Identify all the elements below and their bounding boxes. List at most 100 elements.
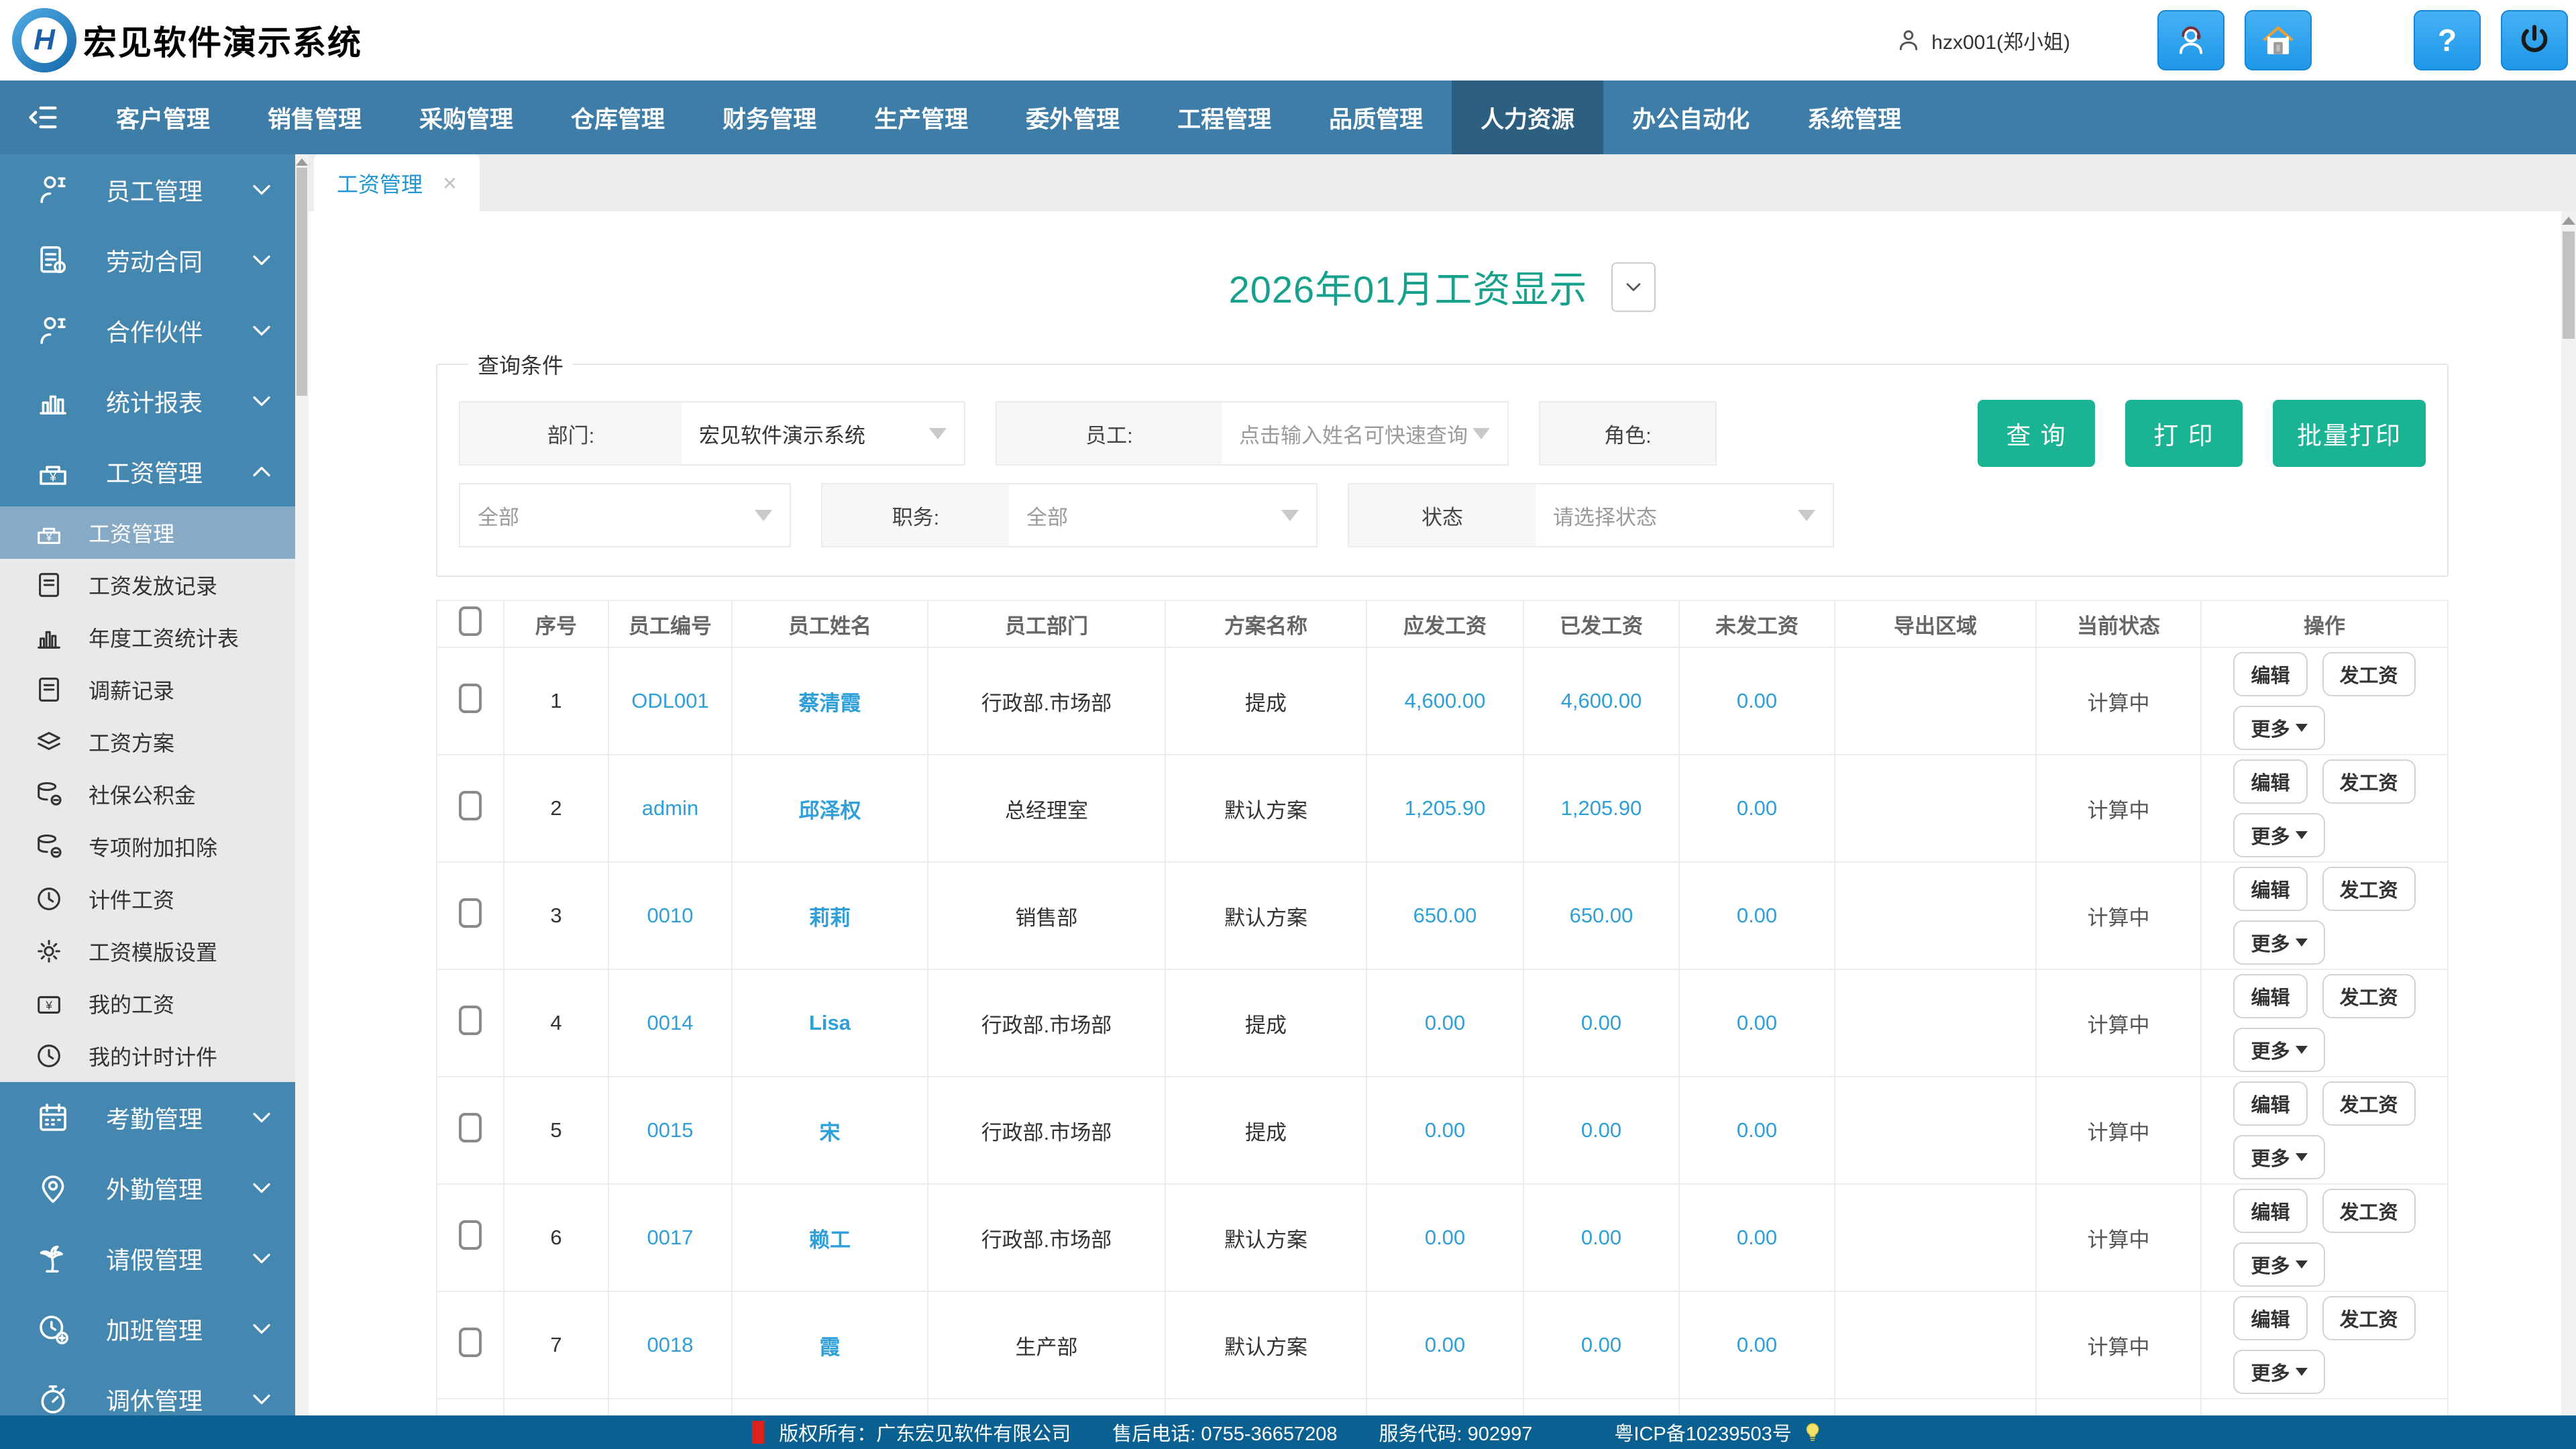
- row-checkbox[interactable]: [459, 1113, 482, 1142]
- content-scrollbar-thumb[interactable]: [2563, 231, 2575, 339]
- sidebar-item-field-work-mgmt[interactable]: 外勤管理: [0, 1152, 295, 1223]
- gross-link[interactable]: 0.00: [1425, 1226, 1465, 1249]
- logout-button[interactable]: [2501, 10, 2568, 70]
- content-scrollbar[interactable]: [2561, 211, 2576, 1415]
- paid-link[interactable]: 0.00: [1581, 1333, 1621, 1356]
- paid-link[interactable]: 0.00: [1581, 1226, 1621, 1249]
- unpaid-link[interactable]: 0.00: [1737, 1226, 1777, 1249]
- sidebar-item-statistics-reports[interactable]: 统计报表: [0, 366, 295, 436]
- unpaid-link[interactable]: 0.00: [1737, 904, 1777, 927]
- sidebar-item-leave-mgmt[interactable]: 请假管理: [0, 1223, 295, 1293]
- sidebar-item-attendance-mgmt[interactable]: 考勤管理: [0, 1082, 295, 1152]
- nav-item-engineering[interactable]: 工程管理: [1148, 80, 1300, 154]
- row-checkbox[interactable]: [459, 1328, 482, 1357]
- role-select[interactable]: 角色:: [1539, 401, 1717, 466]
- submenu-item-payment-records[interactable]: 工资发放记录: [0, 559, 295, 611]
- emp-id-link[interactable]: 0018: [647, 1333, 694, 1356]
- row-checkbox[interactable]: [459, 1006, 482, 1035]
- emp-id-link[interactable]: 0017: [647, 1226, 694, 1249]
- emp-id-link[interactable]: admin: [642, 796, 698, 820]
- sidebar-item-partners[interactable]: 合作伙伴: [0, 295, 295, 366]
- gross-link[interactable]: 0.00: [1425, 1011, 1465, 1034]
- gross-link[interactable]: 0.00: [1425, 1118, 1465, 1142]
- more-button[interactable]: 更多: [2233, 1135, 2324, 1179]
- edit-button[interactable]: 编辑: [2233, 652, 2307, 696]
- service-agent-button[interactable]: [2157, 10, 2224, 70]
- tab-close-icon[interactable]: ×: [443, 169, 457, 197]
- more-button[interactable]: 更多: [2233, 1242, 2324, 1287]
- pay-salary-button[interactable]: 发工资: [2322, 974, 2416, 1018]
- emp-id-link[interactable]: ODL001: [631, 689, 708, 712]
- pay-salary-button[interactable]: 发工资: [2322, 1081, 2416, 1126]
- emp-id-link[interactable]: 0010: [647, 904, 694, 927]
- unpaid-link[interactable]: 0.00: [1737, 1011, 1777, 1034]
- unpaid-link[interactable]: 0.00: [1737, 689, 1777, 712]
- sidebar-item-labor-contract[interactable]: 劳动合同: [0, 225, 295, 295]
- nav-item-purchasing[interactable]: 采购管理: [390, 80, 542, 154]
- sidebar-item-employee-mgmt[interactable]: 员工管理: [0, 154, 295, 225]
- paid-link[interactable]: 4,600.00: [1561, 689, 1642, 712]
- status-select[interactable]: 状态 请选择状态: [1348, 483, 1834, 547]
- sub-department-select[interactable]: 全部: [459, 483, 791, 547]
- sidebar-collapse-button[interactable]: [0, 80, 87, 154]
- emp-name-link[interactable]: 蔡清霞: [799, 692, 861, 715]
- month-select-button[interactable]: [1611, 262, 1656, 312]
- scrollbar-up-arrow-icon[interactable]: [296, 158, 308, 166]
- submenu-item-annual-salary-stats[interactable]: 年度工资统计表: [0, 611, 295, 663]
- emp-name-link[interactable]: 霞: [820, 1336, 841, 1359]
- paid-link[interactable]: 0.00: [1581, 1011, 1621, 1034]
- edit-button[interactable]: 编辑: [2233, 974, 2307, 1018]
- help-button[interactable]: ?: [2414, 10, 2481, 70]
- nav-item-finance[interactable]: 财务管理: [694, 80, 845, 154]
- more-button[interactable]: 更多: [2233, 920, 2324, 965]
- submenu-item-special-deductions[interactable]: 专项附加扣除: [0, 820, 295, 873]
- print-button[interactable]: 打 印: [2125, 400, 2243, 467]
- paid-link[interactable]: 1,205.90: [1561, 796, 1642, 820]
- batch-print-button[interactable]: 批量打印: [2273, 400, 2426, 467]
- emp-name-link[interactable]: 赖工: [809, 1228, 851, 1252]
- search-button[interactable]: 查 询: [1978, 400, 2095, 467]
- more-button[interactable]: 更多: [2233, 706, 2324, 750]
- nav-item-production[interactable]: 生产管理: [845, 80, 997, 154]
- more-button[interactable]: 更多: [2233, 1028, 2324, 1072]
- footer-icp[interactable]: 粤ICP备10239503号: [1614, 1418, 1791, 1446]
- select-all-checkbox[interactable]: [459, 606, 482, 636]
- unpaid-link[interactable]: 0.00: [1737, 1118, 1777, 1142]
- emp-name-link[interactable]: 邱泽权: [799, 799, 861, 822]
- edit-button[interactable]: 编辑: [2233, 867, 2307, 911]
- nav-item-quality[interactable]: 品质管理: [1300, 80, 1452, 154]
- tab-salary-mgmt[interactable]: 工资管理 ×: [314, 154, 480, 211]
- pay-salary-button[interactable]: 发工资: [2322, 652, 2416, 696]
- row-checkbox[interactable]: [459, 898, 482, 928]
- submenu-item-salary-template-settings[interactable]: 工资模版设置: [0, 925, 295, 977]
- paid-link[interactable]: 0.00: [1581, 1118, 1621, 1142]
- pay-salary-button[interactable]: 发工资: [2322, 867, 2416, 911]
- sidebar-scrollbar-thumb[interactable]: [297, 168, 307, 396]
- pay-salary-button[interactable]: 发工资: [2322, 759, 2416, 804]
- employee-select[interactable]: 员工: 点击输入姓名可快速查询: [996, 401, 1509, 466]
- submenu-item-salary-plans[interactable]: 工资方案: [0, 716, 295, 768]
- department-select[interactable]: 部门: 宏见软件演示系统: [459, 401, 965, 466]
- row-checkbox[interactable]: [459, 1220, 482, 1250]
- submenu-item-salary-adjustment-records[interactable]: 调薪记录: [0, 663, 295, 716]
- sidebar-item-salary-mgmt[interactable]: ¥ 工资管理: [0, 436, 295, 506]
- submenu-item-my-salary[interactable]: ¥ 我的工资: [0, 977, 295, 1030]
- emp-id-link[interactable]: 0014: [647, 1011, 694, 1034]
- nav-item-hr[interactable]: 人力资源: [1452, 80, 1603, 154]
- more-button[interactable]: 更多: [2233, 1350, 2324, 1394]
- nav-item-customer[interactable]: 客户管理: [87, 80, 239, 154]
- edit-button[interactable]: 编辑: [2233, 1189, 2307, 1233]
- scrollbar-up-arrow-icon[interactable]: [2562, 217, 2575, 225]
- edit-button[interactable]: 编辑: [2233, 759, 2307, 804]
- paid-link[interactable]: 650.00: [1570, 904, 1633, 927]
- sidebar-item-comp-leave-mgmt[interactable]: 调休管理: [0, 1364, 295, 1415]
- more-button[interactable]: 更多: [2233, 813, 2324, 857]
- duty-select[interactable]: 职务: 全部: [821, 483, 1318, 547]
- gross-link[interactable]: 650.00: [1413, 904, 1477, 927]
- submenu-item-salary-mgmt[interactable]: ¥ 工资管理: [0, 506, 295, 559]
- unpaid-link[interactable]: 0.00: [1737, 1333, 1777, 1356]
- gross-link[interactable]: 0.00: [1425, 1333, 1465, 1356]
- row-checkbox[interactable]: [459, 684, 482, 713]
- emp-name-link[interactable]: 宋: [820, 1121, 841, 1144]
- nav-item-system[interactable]: 系统管理: [1778, 80, 1930, 154]
